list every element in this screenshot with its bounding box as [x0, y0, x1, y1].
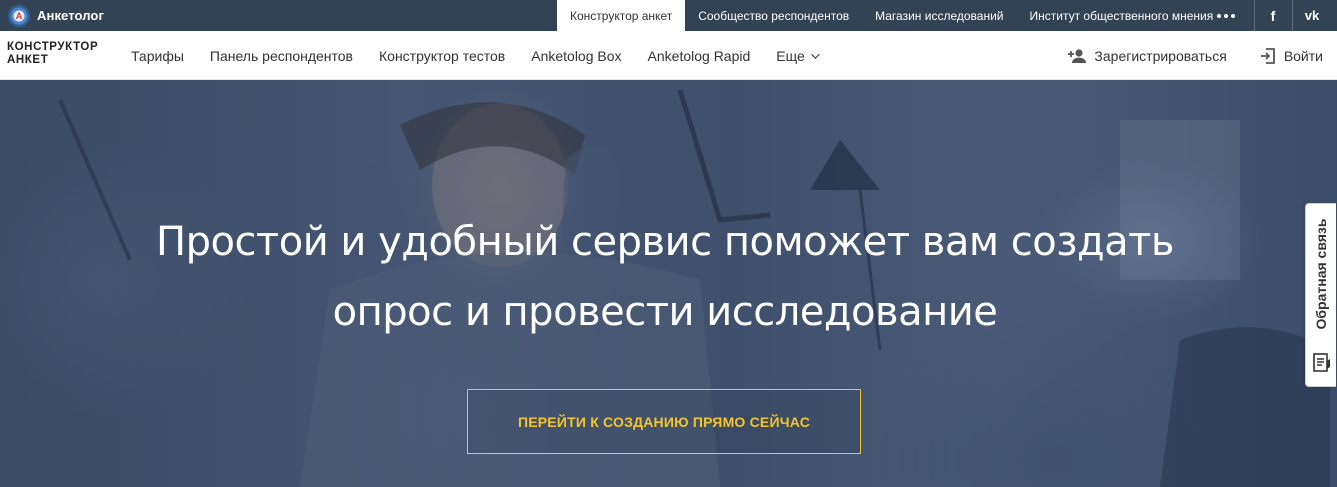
add-user-icon — [1068, 48, 1087, 63]
top-tab-shop[interactable]: Магазин исследований — [862, 0, 1016, 31]
site-logo[interactable]: КОНСТРУКТОР АНКЕТ — [7, 41, 117, 67]
feedback-tab[interactable]: Обратная связь — [1305, 203, 1336, 387]
top-tab-community[interactable]: Сообщество респондентов — [685, 0, 862, 31]
register-button[interactable]: Зарегистрироваться — [1067, 47, 1227, 64]
top-bar: A Анкетолог Конструктор анкет Сообщество… — [0, 0, 1337, 31]
hero-title-line1: Простой и удобный сервис поможет вам соз… — [156, 219, 1175, 265]
vk-icon[interactable]: vk — [1294, 0, 1330, 31]
brand-name: Анкетолог — [37, 8, 104, 23]
main-nav: КОНСТРУКТОР АНКЕТ Тарифы Панель респонде… — [0, 31, 1337, 80]
nav-item-respondents-panel[interactable]: Панель респондентов — [197, 48, 366, 64]
divider — [1292, 0, 1293, 31]
chevron-down-icon — [810, 49, 820, 59]
top-tab-institute[interactable]: Институт общественного мнения — [1017, 0, 1227, 31]
brand[interactable]: A Анкетолог — [0, 0, 104, 31]
nav-item-test-builder[interactable]: Конструктор тестов — [366, 48, 518, 64]
hero-title-line2: опрос и провести исследование — [332, 289, 998, 335]
site-logo-line1: КОНСТРУКТОР — [7, 41, 99, 53]
nav-item-anketolog-rapid[interactable]: Anketolog Rapid — [635, 48, 764, 64]
nav-item-more[interactable]: Еще — [763, 48, 830, 64]
start-now-button[interactable]: ПЕРЕЙТИ К СОЗДАНИЮ ПРЯМО СЕЙЧАС — [467, 389, 861, 454]
login-label: Войти — [1283, 47, 1323, 64]
site-logo-line2: АНКЕТ — [7, 54, 49, 66]
nav-item-anketolog-box[interactable]: Anketolog Box — [518, 48, 634, 64]
more-dots-icon[interactable] — [1207, 0, 1244, 31]
feedback-label: Обратная связь — [1313, 218, 1329, 330]
register-label: Зарегистрироваться — [1094, 47, 1227, 64]
nav-item-more-label: Еще — [776, 47, 805, 64]
facebook-icon[interactable]: f — [1255, 0, 1291, 31]
login-icon — [1260, 47, 1275, 64]
feedback-form-icon — [1313, 353, 1330, 372]
anketolog-logo-icon: A — [8, 4, 30, 27]
hero-banner: Простой и удобный сервис поможет вам соз… — [0, 80, 1337, 487]
top-tab-constructor[interactable]: Конструктор анкет — [557, 0, 686, 31]
nav-item-pricing[interactable]: Тарифы — [118, 48, 197, 64]
nav-items: Тарифы Панель респондентов Конструктор т… — [118, 31, 830, 80]
login-button[interactable]: Войти — [1259, 47, 1323, 65]
top-tabs: Конструктор анкет Сообщество респонденто… — [557, 0, 1226, 31]
auth-links: Зарегистрироваться Войти — [1067, 31, 1323, 80]
